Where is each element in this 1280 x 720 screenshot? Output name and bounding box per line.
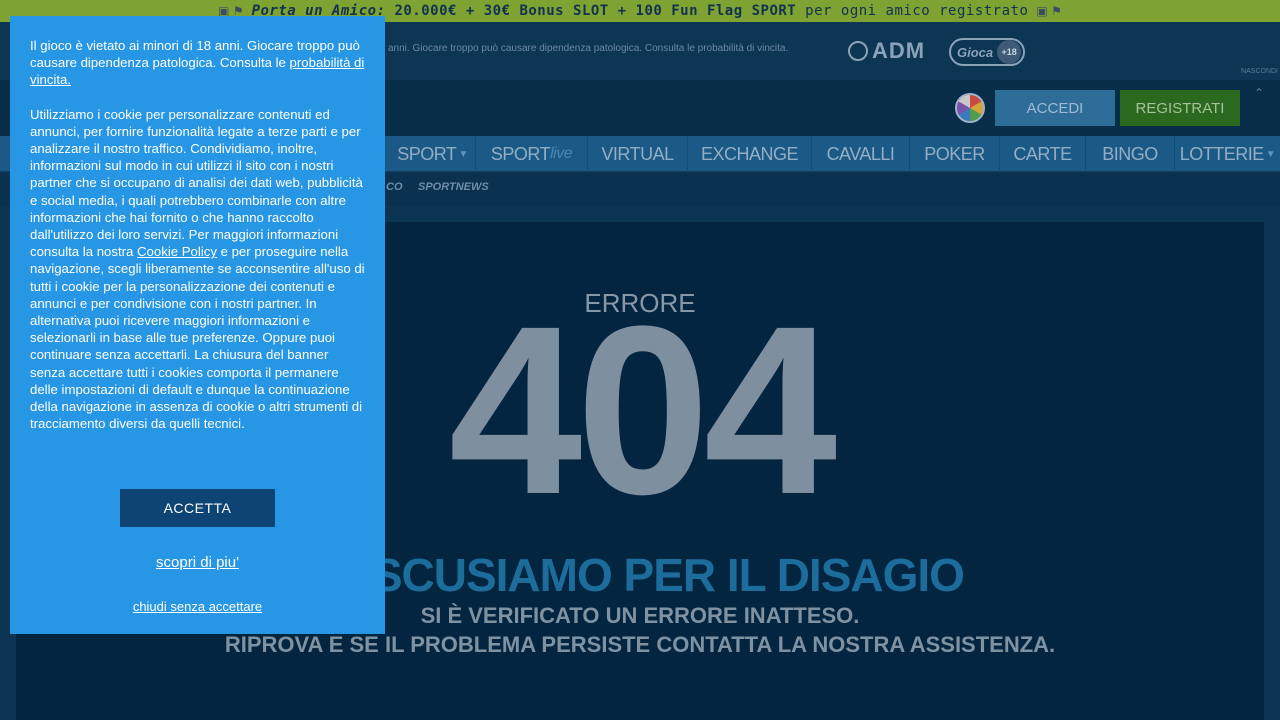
nav-sport[interactable]: SPORT ▼ bbox=[390, 136, 476, 172]
flag-icon: ▣ ⚑ bbox=[1036, 4, 1062, 18]
gioca-label: Gioca bbox=[957, 44, 994, 60]
nav-carte-label: CARTE bbox=[1013, 143, 1072, 164]
nav-lotterie[interactable]: LOTTERIE ▼ bbox=[1175, 136, 1280, 172]
cookie-age-notice: Il gioco è vietato ai minori di 18 anni.… bbox=[30, 37, 365, 89]
nav-carte[interactable]: CARTE bbox=[1000, 136, 1086, 172]
cookie-policy-text: Utilizziamo i cookie per personalizzare … bbox=[30, 106, 365, 433]
nav-bingo-label: BINGO bbox=[1102, 143, 1158, 164]
color-wheel-icon[interactable] bbox=[955, 93, 985, 123]
nav-cavalli[interactable]: CAVALLI bbox=[812, 136, 910, 172]
nav-poker-label: POKER bbox=[924, 143, 985, 164]
gambling-disclaimer: anni. Giocare troppo può causare dipende… bbox=[388, 43, 789, 54]
register-button[interactable]: REGISTRATI bbox=[1120, 90, 1240, 126]
nav-lotterie-label: LOTTERIE bbox=[1179, 143, 1265, 164]
nav-poker[interactable]: POKER bbox=[910, 136, 1000, 172]
nav-exchange[interactable]: EXCHANGE bbox=[688, 136, 812, 172]
nav-live-suffix: live bbox=[550, 145, 573, 162]
error-message-line2: RIPROVA E SE IL PROBLEMA PERSISTE CONTAT… bbox=[224, 632, 1056, 657]
caret-down-icon: ▼ bbox=[458, 148, 468, 160]
learn-more-link[interactable]: scopri di piu' bbox=[10, 554, 385, 571]
adm-label: ADM bbox=[872, 38, 926, 63]
nav-virtual-label: VIRTUAL bbox=[601, 143, 674, 164]
nav-exchange-label: EXCHANGE bbox=[700, 143, 799, 164]
nav-sport-label: SPORT bbox=[397, 143, 457, 164]
caret-down-icon: ▼ bbox=[1265, 148, 1276, 160]
age-badge: +18 bbox=[997, 40, 1022, 64]
nav-sport-live[interactable]: SPORT live bbox=[476, 136, 588, 172]
nav-virtual[interactable]: VIRTUAL bbox=[588, 136, 688, 172]
nav-sport-live-label: SPORT bbox=[490, 143, 551, 164]
cookie-text-part1: Utilizziamo i cookie per personalizzare … bbox=[30, 106, 363, 260]
hide-link[interactable]: NASCONDI bbox=[1241, 68, 1278, 75]
adm-logo: ADM bbox=[848, 38, 925, 64]
cookie-banner: Il gioco è vietato ai minori di 18 anni.… bbox=[10, 16, 385, 634]
nav-cavalli-label: CAVALLI bbox=[826, 143, 895, 164]
gioca-responsabile-logo: Gioca +18 bbox=[949, 38, 1025, 66]
login-button[interactable]: ACCEDI bbox=[995, 90, 1115, 126]
cookie-text-part2: e per proseguire nella navigazione, sceg… bbox=[30, 244, 365, 432]
nav-bingo[interactable]: BINGO bbox=[1086, 136, 1175, 172]
chevron-up-icon[interactable]: ⌃ bbox=[1254, 86, 1264, 100]
accept-button[interactable]: ACCETTA bbox=[120, 489, 275, 527]
emblem-icon bbox=[848, 41, 868, 61]
cookie-policy-link[interactable]: Cookie Policy bbox=[137, 244, 217, 259]
subnav-item[interactable]: CO bbox=[386, 181, 403, 193]
subnav-sportnews[interactable]: SPORTNEWS bbox=[418, 181, 489, 193]
close-without-accepting-link[interactable]: chiudi senza accettare bbox=[10, 599, 385, 614]
